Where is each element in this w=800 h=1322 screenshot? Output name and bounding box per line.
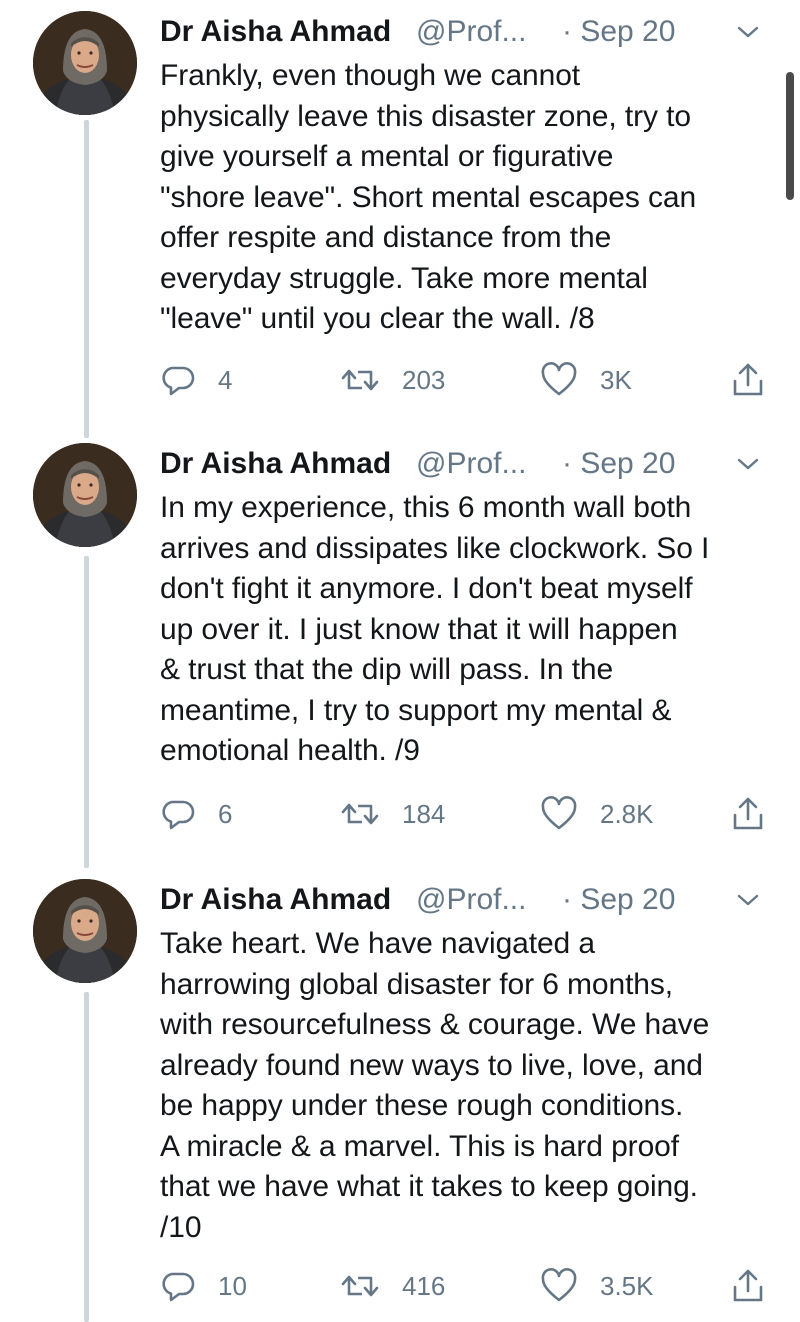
tweet-actions: 10 416 3.5K (160, 1264, 780, 1308)
tweet-text: Frankly, even though we cannot physicall… (160, 59, 697, 335)
tweet-header: Dr Aisha Ahmad @Prof... · Sep 20 (160, 10, 770, 54)
avatar[interactable] (33, 11, 137, 115)
reply-icon (162, 1272, 195, 1302)
tweet-actions: 4 203 3K (160, 358, 780, 402)
thread-connector-line (84, 120, 89, 438)
retweet-count: 416 (402, 1271, 446, 1301)
tweet[interactable]: Dr Aisha Ahmad @Prof... · Sep 20 Take he… (0, 868, 800, 1322)
tweet-text: In my experience, this 6 month wall both… (160, 491, 710, 767)
chevron-down-icon[interactable] (730, 882, 766, 918)
tweet-header: Dr Aisha Ahmad @Prof... · Sep 20 (160, 442, 770, 486)
tweet-actions: 6 184 2.8K (160, 792, 780, 836)
reply-button[interactable]: 10 (160, 1264, 247, 1308)
retweet-icon (341, 1275, 379, 1297)
like-button[interactable]: 3K (540, 358, 632, 402)
scrollbar[interactable] (786, 72, 794, 200)
retweet-button[interactable]: 203 (340, 358, 445, 402)
author-handle[interactable]: @Prof... (416, 10, 526, 54)
author-name[interactable]: Dr Aisha Ahmad (160, 10, 391, 54)
share-icon (733, 363, 763, 396)
retweet-icon (341, 369, 379, 391)
author-name[interactable]: Dr Aisha Ahmad (160, 442, 391, 486)
heart-icon (541, 1268, 577, 1302)
avatar[interactable] (33, 879, 137, 983)
like-count: 3.5K (600, 1271, 654, 1301)
like-count: 3K (600, 365, 632, 395)
avatar[interactable] (33, 443, 137, 547)
author-handle[interactable]: @Prof... (416, 878, 526, 922)
retweet-button[interactable]: 184 (340, 792, 445, 836)
like-button[interactable]: 3.5K (540, 1264, 654, 1308)
retweet-count: 184 (402, 799, 446, 829)
tweet-date[interactable]: · Sep 20 (562, 878, 675, 922)
tweet-date[interactable]: · Sep 20 (562, 442, 675, 486)
tweet-text: Take heart. We have navigated a harrowin… (160, 927, 710, 1244)
share-icon (733, 1269, 763, 1302)
tweet[interactable]: Dr Aisha Ahmad @Prof... · Sep 20 Frankly… (0, 0, 800, 438)
reply-icon (162, 366, 195, 396)
retweet-icon (341, 803, 379, 825)
retweet-count: 203 (402, 365, 446, 395)
author-name[interactable]: Dr Aisha Ahmad (160, 878, 391, 922)
share-button[interactable] (730, 1264, 766, 1308)
heart-icon (541, 362, 577, 396)
thread-connector-line (84, 556, 89, 868)
retweet-button[interactable]: 416 (340, 1264, 445, 1308)
tweet-header: Dr Aisha Ahmad @Prof... · Sep 20 (160, 878, 770, 922)
reply-count: 4 (218, 365, 233, 395)
reply-button[interactable]: 4 (160, 358, 232, 402)
share-button[interactable] (730, 792, 766, 836)
share-icon (733, 797, 763, 830)
chevron-down-icon[interactable] (730, 14, 766, 50)
reply-count: 6 (218, 799, 233, 829)
reply-icon (162, 800, 195, 830)
tweet-thread: Dr Aisha Ahmad @Prof... · Sep 20 Frankly… (0, 0, 800, 1322)
tweet[interactable]: Dr Aisha Ahmad @Prof... · Sep 20 In my e… (0, 432, 800, 868)
like-button[interactable]: 2.8K (540, 792, 654, 836)
reply-count: 10 (218, 1271, 247, 1301)
thread-connector-line (84, 992, 89, 1322)
share-button[interactable] (730, 358, 766, 402)
author-handle[interactable]: @Prof... (416, 442, 526, 486)
like-count: 2.8K (600, 799, 654, 829)
reply-button[interactable]: 6 (160, 792, 232, 836)
heart-icon (541, 796, 577, 830)
tweet-date[interactable]: · Sep 20 (562, 10, 675, 54)
chevron-down-icon[interactable] (730, 446, 766, 482)
